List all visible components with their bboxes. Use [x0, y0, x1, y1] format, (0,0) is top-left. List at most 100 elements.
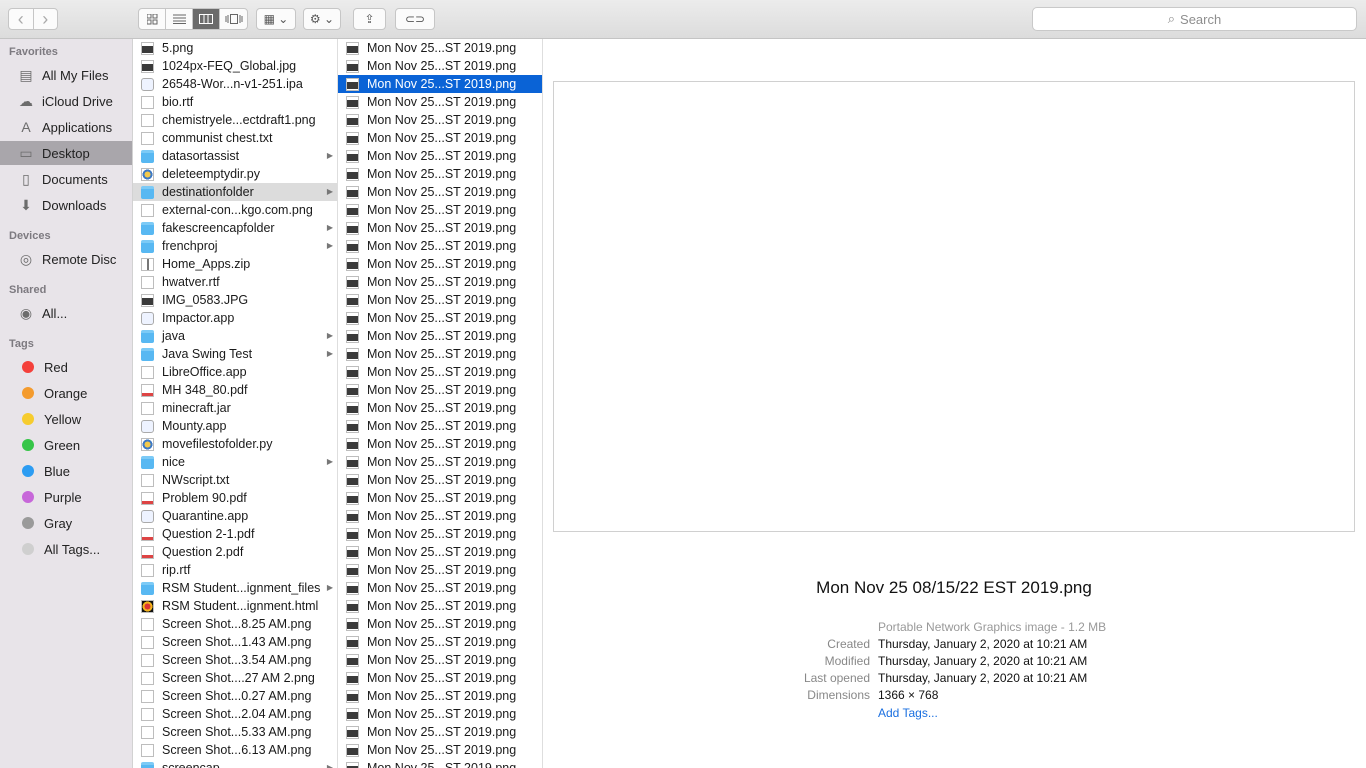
file-row[interactable]: Mon Nov 25...ST 2019.png — [338, 345, 542, 363]
file-row[interactable]: Mon Nov 25...ST 2019.png — [338, 363, 542, 381]
file-row[interactable]: Screen Shot...3.54 AM.png — [133, 651, 337, 669]
file-row[interactable]: Impactor.app — [133, 309, 337, 327]
file-row[interactable]: Mon Nov 25...ST 2019.png — [338, 417, 542, 435]
file-row[interactable]: Mon Nov 25...ST 2019.png — [338, 489, 542, 507]
file-row[interactable]: Screen Shot...0.27 AM.png — [133, 687, 337, 705]
file-row[interactable]: datasortassist ▶ — [133, 147, 337, 165]
file-row[interactable]: Mon Nov 25...ST 2019.png — [338, 561, 542, 579]
file-row[interactable]: java ▶ — [133, 327, 337, 345]
file-row[interactable]: Mon Nov 25...ST 2019.png — [338, 525, 542, 543]
file-row[interactable]: Mon Nov 25...ST 2019.png — [338, 543, 542, 561]
file-row[interactable]: Question 2.pdf — [133, 543, 337, 561]
sidebar-item-documents[interactable]: ▯ Documents — [0, 167, 132, 191]
sidebar-item-desktop[interactable]: ▭ Desktop — [0, 141, 132, 165]
file-row[interactable]: frenchproj ▶ — [133, 237, 337, 255]
file-row[interactable]: Mon Nov 25...ST 2019.png — [338, 651, 542, 669]
file-row[interactable]: Problem 90.pdf — [133, 489, 337, 507]
sidebar-item-purple[interactable]: Purple — [0, 485, 132, 509]
file-row[interactable]: Mon Nov 25...ST 2019.png — [338, 201, 542, 219]
file-row[interactable]: Mon Nov 25...ST 2019.png — [338, 741, 542, 759]
file-row[interactable]: Mon Nov 25...ST 2019.png — [338, 165, 542, 183]
file-row[interactable]: Screen Shot...2.04 AM.png — [133, 705, 337, 723]
search-field[interactable]: ⌕ Search — [1032, 7, 1357, 31]
list-view-button[interactable] — [166, 9, 194, 29]
file-row[interactable]: Mon Nov 25...ST 2019.png — [338, 453, 542, 471]
file-row[interactable]: deleteemptydir.py — [133, 165, 337, 183]
add-tags-link[interactable]: Add Tags... — [878, 706, 938, 720]
file-row[interactable]: Mon Nov 25...ST 2019.png — [338, 759, 542, 768]
file-row[interactable]: 26548-Wor...n-v1-251.ipa — [133, 75, 337, 93]
action-button[interactable]: ⚙ ⌄ — [303, 8, 341, 30]
file-row[interactable]: Mon Nov 25...ST 2019.png — [338, 273, 542, 291]
sidebar-item-applications[interactable]: A Applications — [0, 115, 132, 139]
file-row[interactable]: Java Swing Test ▶ — [133, 345, 337, 363]
sidebar-item-yellow[interactable]: Yellow — [0, 407, 132, 431]
file-row[interactable]: Mon Nov 25...ST 2019.png — [338, 705, 542, 723]
file-row[interactable]: Quarantine.app — [133, 507, 337, 525]
file-row[interactable]: Mon Nov 25...ST 2019.png — [338, 57, 542, 75]
file-row[interactable]: LibreOffice.app — [133, 363, 337, 381]
back-button[interactable]: ‹ — [9, 9, 34, 29]
forward-button[interactable]: › — [34, 9, 58, 29]
file-row[interactable]: Mon Nov 25...ST 2019.png — [338, 687, 542, 705]
file-row[interactable]: Mon Nov 25...ST 2019.png — [338, 111, 542, 129]
file-row[interactable]: Mon Nov 25...ST 2019.png — [338, 579, 542, 597]
sidebar-item-orange[interactable]: Orange — [0, 381, 132, 405]
file-row[interactable]: Mon Nov 25...ST 2019.png — [338, 399, 542, 417]
file-row[interactable]: Screen Shot...8.25 AM.png — [133, 615, 337, 633]
sidebar-item-red[interactable]: Red — [0, 355, 132, 379]
file-row[interactable]: Mon Nov 25...ST 2019.png — [338, 507, 542, 525]
file-row[interactable]: Mon Nov 25...ST 2019.png — [338, 723, 542, 741]
file-row[interactable]: bio.rtf — [133, 93, 337, 111]
sidebar-item-all-tags[interactable]: All Tags... — [0, 537, 132, 561]
file-row[interactable]: Mon Nov 25...ST 2019.png — [338, 291, 542, 309]
file-row[interactable]: destinationfolder ▶ — [133, 183, 337, 201]
file-row[interactable]: Mon Nov 25...ST 2019.png — [338, 129, 542, 147]
file-row[interactable]: Question 2-1.pdf — [133, 525, 337, 543]
sidebar-item-blue[interactable]: Blue — [0, 459, 132, 483]
arrange-button[interactable]: ▦ ⌄ — [256, 8, 296, 30]
file-row[interactable]: Mon Nov 25...ST 2019.png — [338, 237, 542, 255]
file-row[interactable]: Screen Shot...5.33 AM.png — [133, 723, 337, 741]
file-row[interactable]: Mon Nov 25...ST 2019.png — [338, 309, 542, 327]
file-row[interactable]: RSM Student...ignment_files ▶ — [133, 579, 337, 597]
file-row[interactable]: Home_Apps.zip — [133, 255, 337, 273]
file-row[interactable]: Screen Shot...6.13 AM.png — [133, 741, 337, 759]
cover-flow-button[interactable] — [220, 9, 247, 29]
sidebar-item-all-my-files[interactable]: ▤ All My Files — [0, 63, 132, 87]
sidebar-item-gray[interactable]: Gray — [0, 511, 132, 535]
file-row[interactable]: Mon Nov 25...ST 2019.png — [338, 615, 542, 633]
file-row[interactable]: Mon Nov 25...ST 2019.png — [338, 147, 542, 165]
file-row[interactable]: Mon Nov 25...ST 2019.png — [338, 471, 542, 489]
file-row[interactable]: Mon Nov 25...ST 2019.png — [338, 219, 542, 237]
sidebar-item-remote-disc[interactable]: ◎ Remote Disc — [0, 247, 132, 271]
file-row[interactable]: Mon Nov 25...ST 2019.png — [338, 75, 542, 93]
file-row[interactable]: 1024px-FEQ_Global.jpg — [133, 57, 337, 75]
file-row[interactable]: Mon Nov 25...ST 2019.png — [338, 93, 542, 111]
file-row[interactable]: Mon Nov 25...ST 2019.png — [338, 327, 542, 345]
file-row[interactable]: Mon Nov 25...ST 2019.png — [338, 669, 542, 687]
file-row[interactable]: screencap ▶ — [133, 759, 337, 768]
file-row[interactable]: movefilestofolder.py — [133, 435, 337, 453]
file-row[interactable]: Screen Shot...1.43 AM.png — [133, 633, 337, 651]
sidebar-item-all[interactable]: ◉ All... — [0, 301, 132, 325]
file-row[interactable]: MH 348_80.pdf — [133, 381, 337, 399]
file-row[interactable]: Mon Nov 25...ST 2019.png — [338, 39, 542, 57]
file-row[interactable]: Mounty.app — [133, 417, 337, 435]
file-row[interactable]: hwatver.rtf — [133, 273, 337, 291]
file-row[interactable]: NWscript.txt — [133, 471, 337, 489]
file-row[interactable]: communist chest.txt — [133, 129, 337, 147]
column-view-button[interactable] — [193, 9, 221, 29]
sidebar-item-icloud-drive[interactable]: ☁ iCloud Drive — [0, 89, 132, 113]
file-row[interactable]: chemistryele...ectdraft1.png — [133, 111, 337, 129]
file-row[interactable]: Mon Nov 25...ST 2019.png — [338, 435, 542, 453]
file-row[interactable]: Screen Shot....27 AM 2.png — [133, 669, 337, 687]
file-row[interactable]: Mon Nov 25...ST 2019.png — [338, 381, 542, 399]
file-row[interactable]: Mon Nov 25...ST 2019.png — [338, 183, 542, 201]
sidebar-item-green[interactable]: Green — [0, 433, 132, 457]
file-row[interactable]: rip.rtf — [133, 561, 337, 579]
file-row[interactable]: minecraft.jar — [133, 399, 337, 417]
file-row[interactable]: fakescreencapfolder ▶ — [133, 219, 337, 237]
icon-view-button[interactable] — [139, 9, 167, 29]
file-row[interactable]: external-con...kgo.com.png — [133, 201, 337, 219]
